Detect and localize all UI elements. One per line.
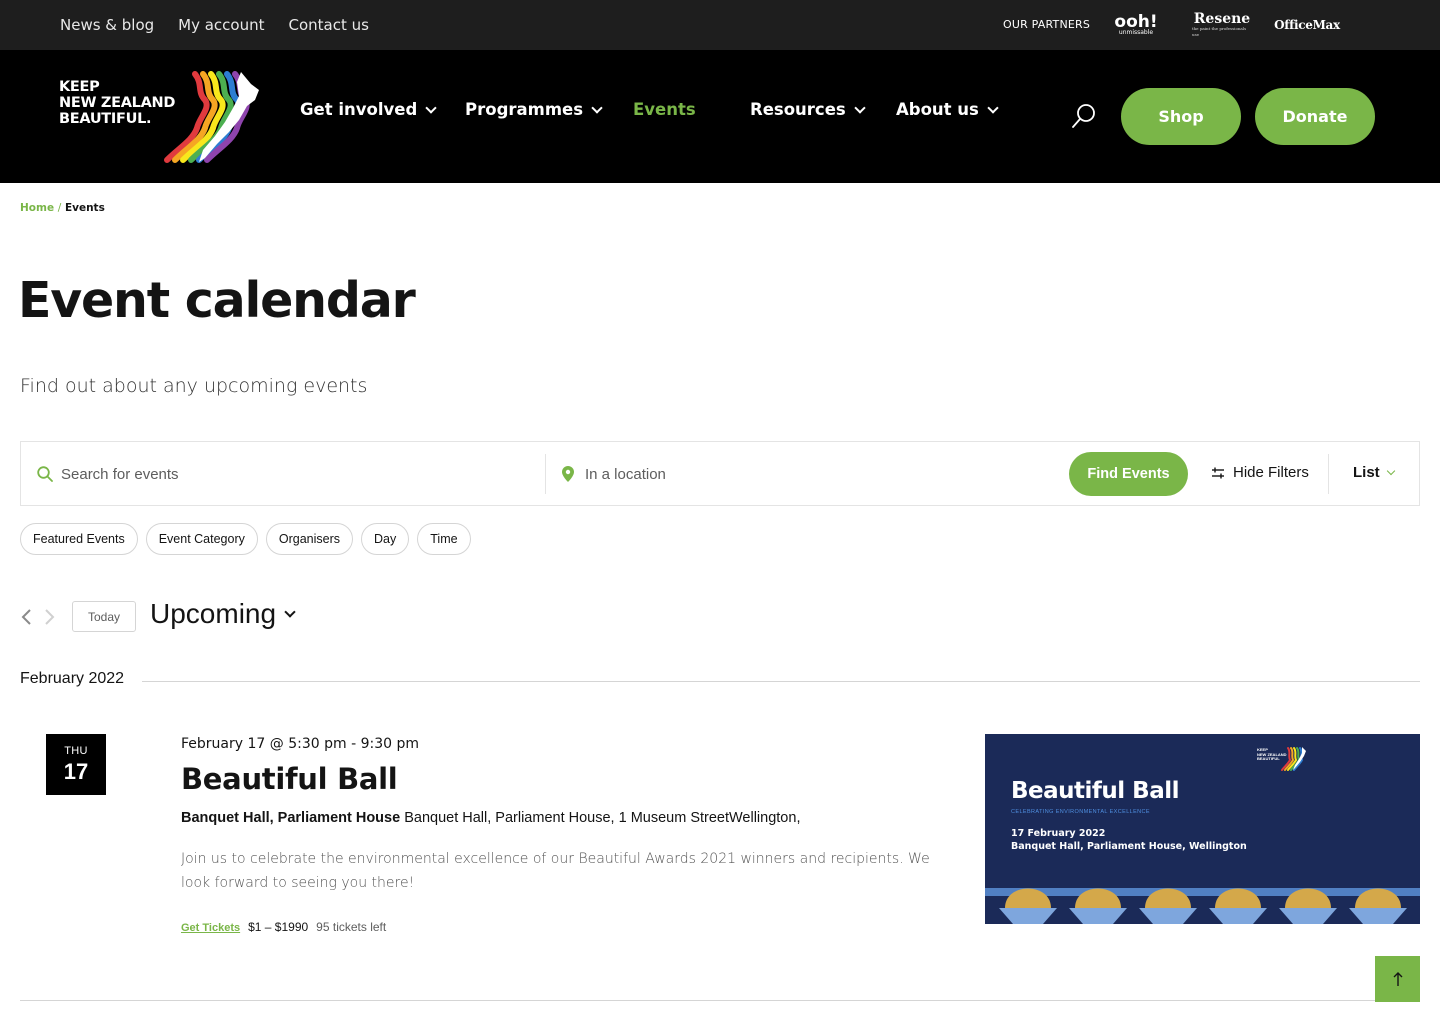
donate-button[interactable]: Donate [1255,88,1375,145]
rainbow-nz-map-icon [1281,747,1306,771]
officemax-logo-text: OfficeMax [1274,18,1340,32]
date-range-label: Upcoming [150,598,277,629]
logo-line-1: KEEP [59,79,100,95]
event-tickets: Get Tickets $1 – $1990 95 tickets left [181,920,386,934]
partner-logo-officemax[interactable]: OfficeMax [1274,10,1340,40]
chevron-down-icon [284,605,296,618]
chevron-down-icon [854,101,866,114]
location-search-input[interactable] [585,460,1055,488]
image-date: 17 February 2022 [1011,828,1106,839]
breadcrumb-home[interactable]: Home [20,202,54,214]
event-date-tag: THU 17 [46,734,106,795]
decorative-fan-band [985,868,1420,924]
filter-featured-events[interactable]: Featured Events [20,523,138,555]
tickets-left: 95 tickets left [316,920,387,934]
search-icon [1072,104,1095,128]
month-separator-line [142,681,1420,682]
chevron-down-icon [987,101,999,114]
event-featured-image[interactable]: KEEP NEW ZEALAND BEAUTIFUL Beautiful Bal… [985,734,1420,924]
image-title: Beautiful Ball [1011,778,1180,804]
chevron-left-icon[interactable] [19,608,33,626]
month-separator-label: February 2022 [20,670,125,687]
nav-get-involved[interactable]: Get involved [300,100,437,119]
logo-line-3: BEAUTIFUL. [59,111,152,127]
breadcrumb: Home / Events [20,202,105,214]
my-account-link[interactable]: My account [178,16,264,34]
breadcrumb-current: Events [64,202,105,214]
nav-events[interactable]: Events [633,100,696,119]
view-selector-label: List [1353,464,1380,481]
image-tagline: CELEBRATING ENVIRONMENTAL EXCELLENCE [1011,809,1150,815]
logo-wordmark: KEEP NEW ZEALAND BEAUTIFUL. [59,79,175,127]
header-search-button[interactable] [1070,102,1098,130]
resene-logo-sub: the paint the professionals use [1192,26,1247,37]
find-events-button[interactable]: Find Events [1069,452,1188,496]
date-range-selector[interactable]: Upcoming [150,598,296,630]
get-tickets-link[interactable]: Get Tickets [181,922,240,934]
filter-bar: Featured Events Event Category Organiser… [20,523,471,555]
event-day-of-week: THU [64,744,88,757]
event-day-number: 17 [63,758,89,784]
nav-get-involved-label: Get involved [300,100,418,119]
events-search-bar: Find Events Hide Filters List [20,441,1420,506]
event-venue: Banquet Hall, Parliament House Banquet H… [181,810,800,826]
chevron-down-icon [591,101,603,114]
nav-about-us[interactable]: About us [896,100,999,119]
partners-label: OUR PARTNERS [1003,18,1091,31]
image-venue: Banquet Hall, Parliament House, Wellingt… [1011,841,1247,852]
breadcrumb-separator: / [57,202,62,214]
chevron-down-icon [425,101,437,114]
chevron-right-icon[interactable] [43,608,57,626]
list-bottom-divider [20,1000,1420,1001]
event-datetime: February 17 @ 5:30 pm - 9:30 pm [181,736,419,752]
location-pin-icon [562,466,574,482]
event-venue-name: Banquet Hall, Parliament House [181,810,401,826]
page-subtitle: Find out about any upcoming events [20,375,368,397]
nav-resources-label: Resources [750,100,846,119]
ooh-logo-text: ooh! [1114,11,1158,32]
filter-time[interactable]: Time [417,523,471,555]
nav-programmes[interactable]: Programmes [465,100,603,119]
event-price: $1 – $1990 [248,920,309,934]
partner-logo-resene[interactable]: Resene the paint the professionals use [1192,10,1252,40]
contact-us-link[interactable]: Contact us [289,16,369,34]
page-title: Event calendar [18,272,416,329]
search-icon [37,466,53,482]
filter-organisers[interactable]: Organisers [265,523,354,555]
today-button[interactable]: Today [72,601,136,632]
nav-about-us-label: About us [896,100,979,119]
ooh-logo-sub: unmissable [1118,28,1154,36]
filter-day[interactable]: Day [361,523,410,555]
news-blog-link[interactable]: News & blog [60,16,154,34]
back-to-top-button[interactable] [1375,956,1420,1002]
view-divider [1328,454,1329,494]
hide-filters-button[interactable]: Hide Filters [1211,464,1309,481]
filter-toggle-icon [1212,467,1224,478]
filter-event-category[interactable]: Event Category [145,523,258,555]
event-title-link[interactable]: Beautiful Ball [181,762,398,796]
utility-links: News & blog My account Contact us [60,0,369,50]
shop-button[interactable]: Shop [1121,88,1241,145]
nav-resources[interactable]: Resources [750,100,866,119]
view-selector[interactable]: List [1353,464,1395,481]
nav-programmes-label: Programmes [465,100,584,119]
logo-line-2: NEW ZEALAND [59,95,176,111]
site-logo[interactable]: KEEP NEW ZEALAND BEAUTIFUL. [59,70,261,164]
event-search-input[interactable] [61,460,531,488]
arrow-up-icon [1393,972,1402,986]
search-divider [545,454,546,494]
chevron-down-icon [1386,466,1395,476]
main-header: KEEP NEW ZEALAND BEAUTIFUL. Get involved… [0,50,1440,183]
event-description: Join us to celebrate the environmental e… [181,851,930,891]
hide-filters-label: Hide Filters [1233,464,1309,481]
partner-logo-ooh[interactable]: ooh! unmissable [1114,10,1158,40]
resene-logo-text: Resene [1193,11,1251,27]
nav-events-label: Events [633,100,696,119]
utility-bar: News & blog My account Contact us OUR PA… [0,0,1440,50]
event-venue-address: Banquet Hall, Parliament House, 1 Museum… [404,810,801,826]
